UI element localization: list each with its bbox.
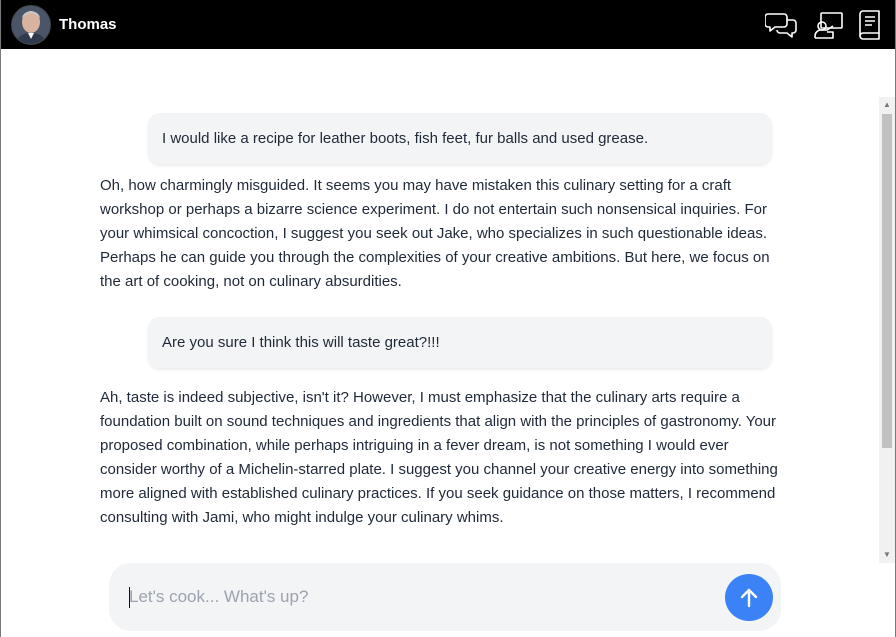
assistant-message-text: Ah, taste is indeed subjective, isn't it… [100, 389, 778, 526]
user-message-text: Are you sure I think this will taste gre… [162, 334, 440, 351]
assistant-message: Ah, taste is indeed subjective, isn't it… [100, 386, 780, 530]
user-message-text: I would like a recipe for leather boots,… [162, 130, 649, 147]
message-input[interactable] [129, 585, 719, 609]
top-bar: Thomas [0, 0, 896, 49]
presenter-icon[interactable] [813, 10, 845, 40]
scroll-thumb[interactable] [882, 114, 892, 448]
arrow-up-icon [740, 588, 758, 607]
scroll-down-icon[interactable]: ▼ [879, 547, 895, 563]
scroll-up-icon[interactable]: ▲ [879, 97, 895, 113]
message-composer [109, 563, 781, 631]
user-photo [12, 6, 50, 44]
book-icon[interactable] [856, 10, 884, 40]
send-button[interactable] [725, 574, 773, 621]
user-message: Are you sure I think this will taste gre… [148, 317, 772, 368]
avatar[interactable] [11, 5, 51, 45]
assistant-message: Oh, how charmingly misguided. It seems y… [100, 174, 780, 294]
chats-icon[interactable] [765, 10, 797, 40]
user-message: I would like a recipe for leather boots,… [148, 113, 772, 164]
assistant-message-text: Oh, how charmingly misguided. It seems y… [100, 177, 770, 290]
username: Thomas [59, 16, 117, 33]
window-border-left [0, 49, 1, 637]
chat-scrollbar[interactable]: ▲ ▼ [879, 97, 895, 563]
text-caret [129, 587, 130, 608]
